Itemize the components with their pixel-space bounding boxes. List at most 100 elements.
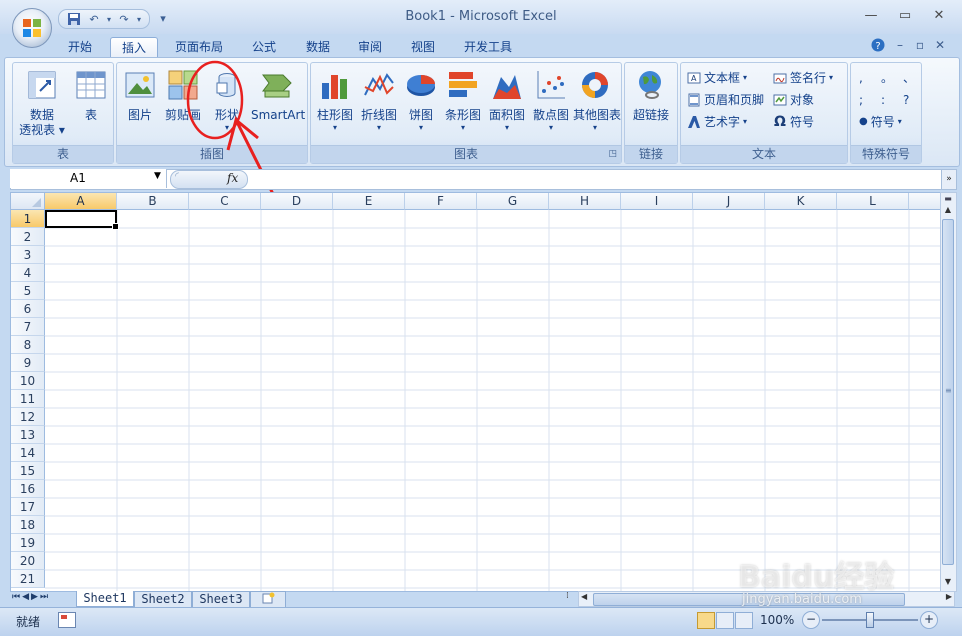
zoom-level[interactable]: 100% xyxy=(760,613,794,627)
row-header-5[interactable]: 5 xyxy=(11,282,45,300)
sheet-tab-1[interactable]: Sheet1 xyxy=(76,591,134,607)
split-box-icon[interactable]: ▬ xyxy=(942,194,954,204)
zoom-out-icon[interactable]: − xyxy=(802,611,820,629)
other-charts-button[interactable]: 其他图表 ▾ xyxy=(573,69,621,141)
page-break-view-icon[interactable] xyxy=(735,612,753,629)
column-header-i[interactable]: I xyxy=(621,193,693,210)
bar-chart-button[interactable]: 条形图 ▾ xyxy=(441,69,485,141)
formula-input[interactable] xyxy=(183,171,928,187)
column-header-partial[interactable] xyxy=(909,193,941,210)
row-header-15[interactable]: 15 xyxy=(11,462,45,480)
office-button[interactable] xyxy=(12,8,52,48)
row-header-2[interactable]: 2 xyxy=(11,228,45,246)
symbol-comma[interactable]: , xyxy=(859,68,871,88)
pie-chart-button[interactable]: 饼图 ▾ xyxy=(401,69,441,141)
column-header-l[interactable]: L xyxy=(837,193,909,210)
column-header-j[interactable]: J xyxy=(693,193,765,210)
row-header-3[interactable]: 3 xyxy=(11,246,45,264)
tab-split-icon[interactable]: ⁞ xyxy=(566,591,574,606)
symbol-colon[interactable]: : xyxy=(881,90,893,110)
workbook-minimize-icon[interactable]: – xyxy=(891,38,909,54)
select-all-corner[interactable] xyxy=(11,193,45,210)
column-header-a[interactable]: A xyxy=(45,193,117,210)
help-icon[interactable]: ? xyxy=(869,38,887,54)
tab-formulas[interactable]: 公式 xyxy=(242,37,286,58)
row-header-8[interactable]: 8 xyxy=(11,336,45,354)
insert-sheet-button[interactable] xyxy=(250,591,286,608)
symbol-semicolon[interactable]: ; xyxy=(859,90,871,110)
symbol-period[interactable]: 。 xyxy=(881,68,893,88)
maximize-icon[interactable]: ▭ xyxy=(893,8,917,26)
column-header-e[interactable]: E xyxy=(333,193,405,210)
picture-button[interactable]: 图片 xyxy=(120,69,160,141)
symbol-button[interactable]: Ω 符号 xyxy=(773,112,814,132)
vertical-scroll-thumb[interactable]: ≡ xyxy=(942,219,954,565)
object-button[interactable]: 对象 xyxy=(773,90,814,110)
scroll-right-icon[interactable]: ▶ xyxy=(946,592,952,601)
column-header-k[interactable]: K xyxy=(765,193,837,210)
active-cell-a1[interactable] xyxy=(45,210,119,230)
workbook-restore-icon[interactable]: ▫ xyxy=(911,38,929,54)
row-header-11[interactable]: 11 xyxy=(11,390,45,408)
tab-data[interactable]: 数据 xyxy=(296,37,340,58)
tab-insert[interactable]: 插入 xyxy=(110,37,158,59)
column-header-c[interactable]: C xyxy=(189,193,261,210)
column-header-g[interactable]: G xyxy=(477,193,549,210)
minimize-icon[interactable]: — xyxy=(859,8,883,26)
pivot-table-button[interactable]: 数据 透视表 ▾ xyxy=(17,69,67,141)
close-icon[interactable]: ✕ xyxy=(927,8,951,26)
tab-page-layout[interactable]: 页面布局 xyxy=(168,37,230,58)
row-header-9[interactable]: 9 xyxy=(11,354,45,372)
area-chart-button[interactable]: 面积图 ▾ xyxy=(485,69,529,141)
textbox-button[interactable]: A 文本框 ▾ xyxy=(687,68,747,88)
row-header-20[interactable]: 20 xyxy=(11,552,45,570)
zoom-in-icon[interactable]: + xyxy=(920,611,938,629)
row-header-21[interactable]: 21 xyxy=(11,570,45,588)
workbook-close-icon[interactable]: ✕ xyxy=(931,38,949,54)
table-button[interactable]: 表 xyxy=(71,69,111,141)
page-layout-view-icon[interactable] xyxy=(716,612,734,629)
row-header-17[interactable]: 17 xyxy=(11,498,45,516)
normal-view-icon[interactable] xyxy=(697,612,715,629)
tab-view[interactable]: 视图 xyxy=(401,37,445,58)
header-footer-button[interactable]: 页眉和页脚 xyxy=(687,90,764,110)
row-header-14[interactable]: 14 xyxy=(11,444,45,462)
worksheet-grid[interactable]: A B C D E F G H I J K L 1 2 3 4 5 6 7 8 … xyxy=(10,192,942,592)
vertical-scrollbar[interactable]: ▬ ▲ ≡ ▼ xyxy=(940,192,957,592)
scroll-left-icon[interactable]: ◀ xyxy=(581,592,587,601)
row-header-13[interactable]: 13 xyxy=(11,426,45,444)
name-box[interactable]: A1 ▼ xyxy=(10,169,167,188)
row-header-6[interactable]: 6 xyxy=(11,300,45,318)
tab-developer[interactable]: 开发工具 xyxy=(454,37,522,58)
symbol-enumeration-comma[interactable]: 、 xyxy=(903,68,915,88)
column-header-f[interactable]: F xyxy=(405,193,477,210)
sheet-tab-2[interactable]: Sheet2 xyxy=(134,591,192,608)
scroll-down-icon[interactable]: ▼ xyxy=(942,577,954,589)
expand-formula-bar-icon[interactable]: » xyxy=(941,169,957,190)
column-header-h[interactable]: H xyxy=(549,193,621,210)
tab-review[interactable]: 审阅 xyxy=(348,37,392,58)
row-header-1[interactable]: 1 xyxy=(11,210,45,228)
column-header-b[interactable]: B xyxy=(117,193,189,210)
column-header-d[interactable]: D xyxy=(261,193,333,210)
zoom-slider-thumb[interactable] xyxy=(866,612,874,628)
row-header-10[interactable]: 10 xyxy=(11,372,45,390)
sheet-navigation-icons[interactable]: ⏮◀▶⏭ xyxy=(12,592,50,602)
tab-home[interactable]: 开始 xyxy=(58,37,102,58)
row-header-19[interactable]: 19 xyxy=(11,534,45,552)
signature-line-button[interactable]: 签名行 ▾ xyxy=(773,68,833,88)
row-header-18[interactable]: 18 xyxy=(11,516,45,534)
line-chart-button[interactable]: 折线图 ▾ xyxy=(357,69,401,141)
special-symbol-button[interactable]: ● 符号 ▾ xyxy=(859,112,902,132)
macro-record-icon[interactable] xyxy=(58,612,76,628)
row-header-12[interactable]: 12 xyxy=(11,408,45,426)
scroll-up-icon[interactable]: ▲ xyxy=(942,205,954,217)
fill-handle[interactable] xyxy=(112,223,119,230)
row-header-16[interactable]: 16 xyxy=(11,480,45,498)
hyperlink-button[interactable]: 超链接 xyxy=(628,69,674,141)
name-box-dropdown-icon[interactable]: ▼ xyxy=(154,171,161,181)
scatter-chart-button[interactable]: 散点图 ▾ xyxy=(529,69,573,141)
wordart-button[interactable]: 艺术字 ▾ xyxy=(687,112,747,132)
row-header-7[interactable]: 7 xyxy=(11,318,45,336)
symbol-question[interactable]: ? xyxy=(903,90,915,110)
